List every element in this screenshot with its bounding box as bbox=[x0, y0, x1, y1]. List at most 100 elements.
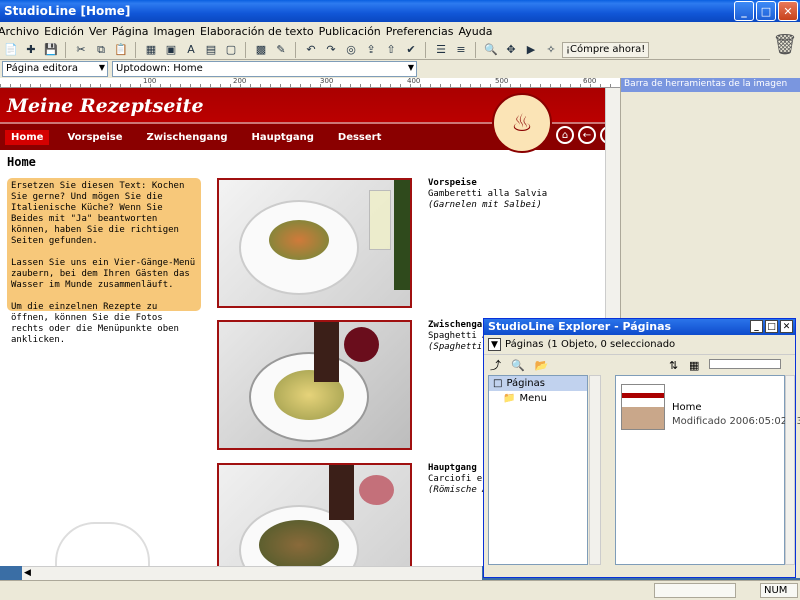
dish-photo-hauptgang[interactable] bbox=[217, 463, 412, 566]
dish-caption-vorspeise: Vorspeise Gamberetti alla Salvia (Garnel… bbox=[428, 178, 547, 211]
menu-publicacion[interactable]: Publicación bbox=[319, 25, 386, 38]
dish-photo-zwischengang[interactable] bbox=[217, 320, 412, 450]
copy-icon[interactable]: ⧉ bbox=[92, 42, 110, 58]
preview-icon[interactable]: ◎ bbox=[342, 42, 360, 58]
cut-icon[interactable]: ✂ bbox=[72, 42, 90, 58]
file-list-scrollbar[interactable] bbox=[785, 375, 795, 565]
nav-hauptgang[interactable]: Hauptgang bbox=[246, 130, 320, 145]
toolbar-spacer bbox=[620, 60, 800, 78]
toolbar-separator bbox=[295, 41, 297, 58]
tree-item-menu[interactable]: 📁 Menu bbox=[489, 391, 587, 406]
ruler-label: 600 bbox=[583, 77, 597, 85]
intro-textbox[interactable]: Ersetzen Sie diesen Text: Kochen Sie ger… bbox=[7, 178, 201, 345]
ruler-label: 300 bbox=[320, 77, 334, 85]
chevron-down-icon: ▼ bbox=[98, 63, 105, 72]
up-folder-icon[interactable]: ⤴ bbox=[490, 357, 501, 373]
menu-pagina[interactable]: Página bbox=[112, 25, 154, 38]
cooking-pot-logo-icon[interactable]: ♨ bbox=[492, 93, 552, 153]
sort-icon[interactable]: ⇅ bbox=[669, 359, 678, 372]
grid-icon[interactable]: ▩ bbox=[252, 42, 270, 58]
image-icon[interactable]: ▣ bbox=[162, 42, 180, 58]
close-button[interactable]: ✕ bbox=[778, 1, 798, 21]
distribute-icon[interactable]: ≡ bbox=[452, 42, 470, 58]
buy-now-button[interactable]: ¡Cómpre ahora! bbox=[562, 41, 650, 58]
explorer-title-bar[interactable]: StudioLine Explorer - Páginas _ □ ✕ bbox=[484, 319, 795, 335]
export-icon[interactable]: ⇪ bbox=[362, 42, 380, 58]
shop-icon[interactable]: ✧ bbox=[542, 42, 560, 58]
canvas-horizontal-scrollbar[interactable]: ◀ bbox=[22, 566, 482, 580]
menu-archivo[interactable]: Archivo bbox=[0, 25, 44, 38]
page-value: Uptodown: Home bbox=[116, 63, 203, 74]
align-icon[interactable]: ☰ bbox=[432, 42, 450, 58]
explorer-window[interactable]: StudioLine Explorer - Páginas _ □ ✕ ▼ Pá… bbox=[483, 318, 800, 578]
page-thumbnail[interactable] bbox=[621, 384, 665, 430]
view-mode-dropdown[interactable]: Página editora ▼ bbox=[2, 61, 108, 77]
menu-imagen[interactable]: Imagen bbox=[154, 25, 200, 38]
new-folder-icon[interactable]: 📂 bbox=[535, 359, 549, 372]
num-lock-indicator: NUM bbox=[760, 583, 798, 598]
tree-item-paginas[interactable]: □ Páginas bbox=[489, 376, 587, 391]
menu-edicion[interactable]: Edición bbox=[44, 25, 89, 38]
explorer-minimize-button[interactable]: _ bbox=[750, 320, 763, 333]
search-icon[interactable]: 🔍 bbox=[511, 359, 525, 372]
menu-ver[interactable]: Ver bbox=[89, 25, 112, 38]
maximize-button[interactable]: □ bbox=[756, 1, 776, 21]
add-icon[interactable]: ✚ bbox=[22, 42, 40, 58]
nav-home[interactable]: Home bbox=[5, 129, 50, 145]
page-heading[interactable]: Home bbox=[7, 155, 36, 169]
text-icon[interactable]: A bbox=[182, 42, 200, 58]
nav-dessert[interactable]: Dessert bbox=[332, 130, 387, 145]
minimize-button[interactable]: _ bbox=[734, 1, 754, 21]
move-icon[interactable]: ✥ bbox=[502, 42, 520, 58]
toolbar-separator bbox=[65, 41, 67, 58]
status-bar: NUM bbox=[0, 580, 800, 600]
explorer-close-button[interactable]: ✕ bbox=[780, 320, 793, 333]
menu-ayuda[interactable]: Ayuda bbox=[459, 25, 498, 38]
page-selector-row: Página editora ▼ Uptodown: Home ▼ bbox=[0, 60, 620, 78]
upload-icon[interactable]: ⇧ bbox=[382, 42, 400, 58]
cloud-decoration-icon bbox=[55, 522, 150, 566]
thumbnail-size-slider[interactable] bbox=[709, 359, 781, 369]
intro-paragraph: Um die einzelnen Rezepte zu öffnen, könn… bbox=[11, 302, 179, 345]
redo-icon[interactable]: ↷ bbox=[322, 42, 340, 58]
zoom-icon[interactable]: 🔍 bbox=[482, 42, 500, 58]
menu-bar: Archivo Edición Ver Página Imagen Elabor… bbox=[0, 22, 770, 40]
paste-icon[interactable]: 📋 bbox=[112, 42, 130, 58]
recycle-bin-icon[interactable]: 🗑 bbox=[770, 22, 800, 62]
toolbar-separator bbox=[425, 41, 427, 58]
intro-paragraph: Lassen Sie uns ein Vier-Gänge-Menü zaube… bbox=[11, 258, 196, 290]
save-icon[interactable]: 💾 bbox=[42, 42, 60, 58]
back-arrow-icon[interactable]: ← bbox=[578, 126, 596, 144]
nav-vorspeise[interactable]: Vorspeise bbox=[61, 130, 128, 145]
page-dropdown[interactable]: Uptodown: Home ▼ bbox=[112, 61, 417, 77]
scroll-left-icon[interactable]: ◀ bbox=[24, 568, 31, 578]
ruler-label: 400 bbox=[407, 77, 421, 85]
layout-icon[interactable]: ▤ bbox=[202, 42, 220, 58]
play-icon[interactable]: ▶ bbox=[522, 42, 540, 58]
frame-icon[interactable]: ▢ bbox=[222, 42, 240, 58]
status-field bbox=[654, 583, 736, 598]
thumbnail-view-icon[interactable]: ▦ bbox=[689, 359, 699, 372]
dish-name: Gamberetti alla Salvia bbox=[428, 189, 548, 199]
home-icon[interactable]: ⌂ bbox=[556, 126, 574, 144]
eyedropper-icon[interactable]: ✎ bbox=[272, 42, 290, 58]
nav-zwischengang[interactable]: Zwischengang bbox=[141, 130, 234, 145]
tree-scrollbar[interactable] bbox=[589, 375, 601, 565]
explorer-maximize-button[interactable]: □ bbox=[765, 320, 778, 333]
dish-photo-vorspeise[interactable] bbox=[217, 178, 412, 308]
dish-translation: (Garnelen mit Salbei) bbox=[428, 200, 542, 210]
menu-elaboracion-texto[interactable]: Elaboración de texto bbox=[200, 25, 319, 38]
chevron-down-icon[interactable]: ▼ bbox=[488, 338, 501, 351]
menu-preferencias[interactable]: Preferencias bbox=[386, 25, 459, 38]
site-title[interactable]: Meine Rezeptseite bbox=[7, 95, 204, 117]
dish-course: Vorspeise bbox=[428, 178, 477, 188]
explorer-count: (1 Objeto, 0 seleccionado bbox=[547, 339, 676, 350]
explorer-location[interactable]: Páginas bbox=[505, 339, 544, 350]
undo-icon[interactable]: ↶ bbox=[302, 42, 320, 58]
table-icon[interactable]: ▦ bbox=[142, 42, 160, 58]
tree-item-label: Páginas bbox=[506, 378, 545, 389]
new-page-icon[interactable]: 📄 bbox=[2, 42, 20, 58]
file-name[interactable]: Home bbox=[672, 402, 702, 413]
view-mode-value: Página editora bbox=[6, 63, 79, 74]
check-icon[interactable]: ✔ bbox=[402, 42, 420, 58]
